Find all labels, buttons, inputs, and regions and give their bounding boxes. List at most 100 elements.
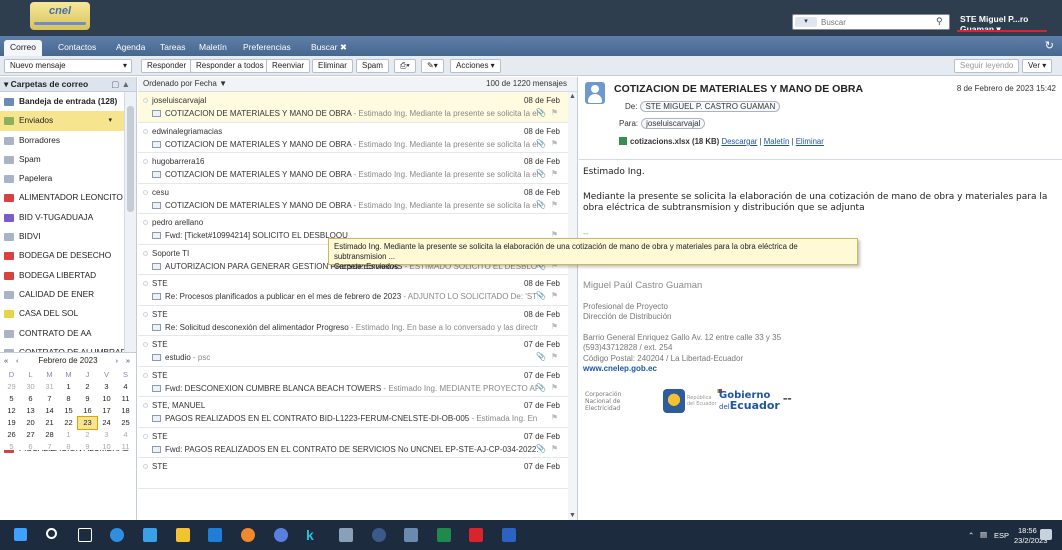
calendar-day[interactable]: 17 xyxy=(97,405,116,417)
briefcase-link[interactable]: Maletín xyxy=(764,137,790,146)
firefox-icon[interactable] xyxy=(241,528,255,542)
flag-icon[interactable]: ⚑ xyxy=(551,413,558,422)
calendar-day[interactable]: 25 xyxy=(116,417,135,429)
calendar-day[interactable]: 7 xyxy=(40,393,59,405)
windows-start-icon[interactable] xyxy=(14,528,27,541)
actions-button[interactable]: Acciones ▾ xyxy=(450,59,501,73)
calendar-day[interactable]: 5 xyxy=(2,441,21,453)
unread-dot[interactable] xyxy=(143,250,148,256)
calendar-day[interactable]: 20 xyxy=(21,417,40,429)
signature-website[interactable]: www.cnelep.gob.ec xyxy=(583,364,1053,375)
sidebar-item-folder[interactable]: Spam xyxy=(0,150,136,169)
calendar-day[interactable]: 30 xyxy=(21,381,40,393)
reply-button[interactable]: Responder xyxy=(141,59,193,73)
message-row[interactable]: cesu 08 de Feb COTIZACION DE MATERIALES Y … xyxy=(138,184,568,214)
calendar-day[interactable]: 1 xyxy=(59,429,78,441)
chevron-down-icon[interactable]: ▾ xyxy=(108,111,112,130)
k-app-icon[interactable]: k xyxy=(306,528,320,542)
file-explorer-icon[interactable] xyxy=(176,528,190,542)
collapse-icon[interactable]: ▾ xyxy=(4,79,8,89)
calculator-icon[interactable] xyxy=(339,528,353,542)
download-link[interactable]: Descargar xyxy=(721,137,757,146)
calendar-day[interactable]: 10 xyxy=(97,393,116,405)
p-app-icon[interactable] xyxy=(372,528,386,542)
unread-dot[interactable] xyxy=(143,464,148,469)
flag-icon[interactable]: ⚑ xyxy=(551,108,558,117)
sidebar-item-folder[interactable]: BODEGA DE DESECHO xyxy=(0,246,136,265)
calendar-day[interactable]: 3 xyxy=(97,429,116,441)
flag-icon[interactable]: ⚑ xyxy=(551,322,558,331)
refresh-icon[interactable]: ↻ xyxy=(1045,39,1054,52)
language-indicator[interactable]: ESP xyxy=(994,531,1009,540)
mail-icon[interactable] xyxy=(208,528,222,542)
message-row[interactable]: STE 07 de Feb estudio - psc 📎 ⚑ xyxy=(138,336,568,367)
calendar-day[interactable]: 14 xyxy=(40,405,59,417)
calendar-day[interactable]: 11 xyxy=(116,441,135,453)
calendar-day[interactable]: 19 xyxy=(2,417,21,429)
unread-dot[interactable] xyxy=(143,281,148,286)
tab-preferencias[interactable]: Preferencias xyxy=(237,40,297,56)
calendar-day[interactable]: 26 xyxy=(2,429,21,441)
sidebar-item-folder[interactable]: BIDVI xyxy=(0,227,136,246)
search-type-dropdown[interactable]: ▾ xyxy=(795,17,817,27)
calendar-day[interactable]: 21 xyxy=(40,417,59,429)
calendar-day[interactable]: 27 xyxy=(21,429,40,441)
sidebar-item-folder[interactable]: Borradores xyxy=(0,131,136,150)
flag-icon[interactable]: ⚑ xyxy=(551,169,558,178)
unread-dot[interactable] xyxy=(143,403,148,408)
edge-icon[interactable] xyxy=(110,528,124,542)
calendar-day[interactable]: 5 xyxy=(2,393,21,405)
reply-all-button[interactable]: Responder a todos xyxy=(190,59,270,73)
tab-correo[interactable]: Correo xyxy=(4,40,42,56)
calendar-day[interactable]: 29 xyxy=(2,381,21,393)
sidebar-item-folder[interactable]: ALIMENTADOR LEONCITO xyxy=(0,188,136,207)
new-message-button[interactable]: Nuevo mensaje ▾ xyxy=(4,59,132,73)
close-icon[interactable]: ✖ xyxy=(340,42,347,52)
unread-dot[interactable] xyxy=(143,311,148,317)
sidebar-item-folder[interactable]: CALIDAD DE ENER xyxy=(0,285,136,304)
prev-month-icon[interactable]: ‹ xyxy=(16,353,19,369)
spam-button[interactable]: Spam xyxy=(356,59,389,73)
calendar-day[interactable]: 10 xyxy=(97,441,116,453)
calendar-day[interactable]: 23 xyxy=(77,416,98,430)
calendar-day[interactable]: 3 xyxy=(97,381,116,393)
flag-icon[interactable]: ⚑ xyxy=(551,383,558,392)
view-button[interactable]: Ver ▾ xyxy=(1022,59,1053,73)
calendar-day[interactable]: 1 xyxy=(59,381,78,393)
chevron-up-icon[interactable]: ⌃ xyxy=(968,531,974,540)
calendar-day[interactable]: 2 xyxy=(78,429,97,441)
flag-icon[interactable]: ⚑ xyxy=(551,291,558,300)
from-address[interactable]: STE MIGUEL P. CASTRO GUAMAN xyxy=(640,101,781,112)
scroll-thumb[interactable] xyxy=(127,106,134,212)
folders-header[interactable]: ▾ Carpetas de correo ▢ ▲ xyxy=(0,77,136,92)
calendar-day[interactable]: 13 xyxy=(21,405,40,417)
print-button[interactable]: ⎙▾ xyxy=(394,59,416,73)
cnel-logo[interactable]: cnel xyxy=(30,2,90,30)
message-row[interactable]: joseluiscarvajal 08 de Feb COTIZACION DE M… xyxy=(138,92,568,123)
tag-button[interactable]: ✎▾ xyxy=(421,59,444,73)
sidebar-item-folder[interactable]: Papelera xyxy=(0,169,136,188)
clock-time[interactable]: 18:56 xyxy=(1018,526,1037,535)
calendar-day[interactable]: 28 xyxy=(40,429,59,441)
store-icon[interactable] xyxy=(143,528,157,542)
flag-icon[interactable]: ⚑ xyxy=(551,200,558,209)
calendar-day[interactable]: 24 xyxy=(97,417,116,429)
scroll-up-icon[interactable]: ▲ xyxy=(569,93,576,100)
delete-button[interactable]: Eliminar xyxy=(312,59,353,73)
tab-buscar[interactable]: Buscar ✖ xyxy=(305,40,353,56)
unread-dot[interactable] xyxy=(143,189,148,195)
sort-label[interactable]: Ordenado por Fecha xyxy=(143,79,217,88)
message-row[interactable]: STE, MANUEL 07 de Feb PAGOS REALIZADOS EN … xyxy=(138,397,568,428)
calendar-day[interactable]: 2 xyxy=(78,381,97,393)
flag-icon[interactable]: ⚑ xyxy=(551,444,558,453)
tab-tareas[interactable]: Tareas xyxy=(154,40,192,56)
sidebar-item-folder[interactable]: CASA DEL SOL xyxy=(0,304,136,323)
chrome-icon[interactable] xyxy=(274,528,288,542)
flag-icon[interactable]: ⚑ xyxy=(551,139,558,148)
sidebar-item-folder[interactable]: Enviados ▾ xyxy=(0,111,136,131)
calendar-day[interactable]: 4 xyxy=(116,429,135,441)
calendar-day[interactable]: 11 xyxy=(116,393,135,405)
message-row[interactable]: STE 08 de Feb Re: Procesos planificados a … xyxy=(138,275,568,306)
message-row[interactable]: STE 07 de Feb Fwd: PAGOS REALIZADOS EN EL … xyxy=(138,428,568,458)
network-app-icon[interactable] xyxy=(404,528,418,542)
